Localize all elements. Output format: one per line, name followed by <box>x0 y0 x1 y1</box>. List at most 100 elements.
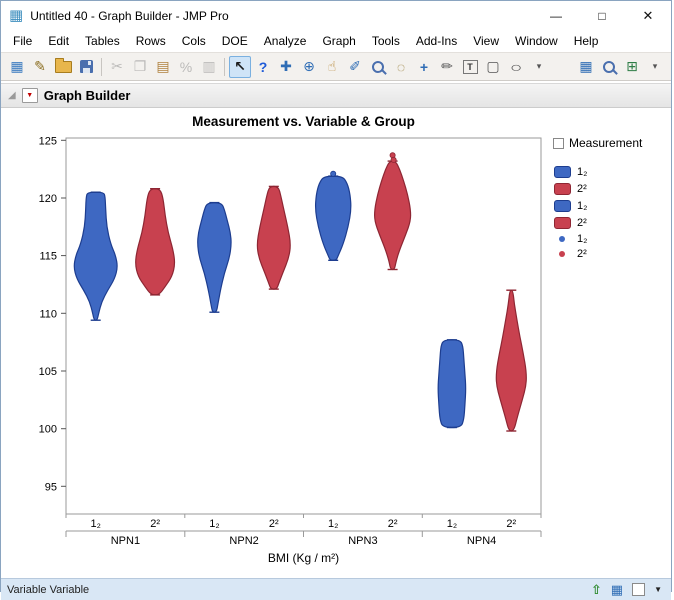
toolbar-save[interactable] <box>75 56 97 78</box>
open-icon <box>55 61 72 73</box>
plot-frame <box>66 138 541 514</box>
paste-icon: ▤ <box>156 58 169 75</box>
violin-npn1-1[interactable] <box>74 192 117 320</box>
title-bar: ▦ Untitled 40 - Graph Builder - JMP Pro … <box>1 1 671 30</box>
x-group-label[interactable]: NPN2 <box>229 535 258 547</box>
violin-npn3-1[interactable] <box>316 176 351 260</box>
x-sub-label[interactable]: 2² <box>506 518 516 530</box>
graph-builder-canvas: Measurement vs. Variable & Group 9510010… <box>1 108 671 578</box>
toolbar-brush-tool[interactable]: ✐ <box>344 56 366 78</box>
search-tables-icon <box>603 61 615 73</box>
y-tick-label[interactable]: 110 <box>39 308 57 320</box>
menu-item-cols[interactable]: Cols <box>174 32 214 50</box>
toolbar-polygon-tool[interactable]: ▢ <box>482 56 504 78</box>
violin-npn1-2[interactable] <box>136 189 175 295</box>
x-sub-label[interactable]: 2² <box>269 518 279 530</box>
outlier-point[interactable] <box>391 157 396 162</box>
minimize-button[interactable]: — <box>533 1 579 30</box>
menu-item-help[interactable]: Help <box>566 32 607 50</box>
toolbar-cut[interactable]: ✂ <box>106 56 128 78</box>
grabber-tool-icon: ☝ <box>328 58 337 75</box>
x-group-label[interactable]: NPN1 <box>111 535 140 547</box>
y-tick-label[interactable]: 115 <box>39 251 57 263</box>
toolbar-help-tool[interactable]: ? <box>252 56 274 78</box>
maximize-button[interactable]: □ <box>579 1 625 30</box>
toolbar-toolbar-options[interactable]: ▾ <box>644 56 666 78</box>
new-script-icon: ✎ <box>34 58 46 75</box>
violin-npn2-2[interactable] <box>257 186 290 289</box>
toolbar-scribble-tool[interactable]: ✏ <box>436 56 458 78</box>
toolbar-oval-tool[interactable]: ○ <box>505 56 527 78</box>
menu-item-doe[interactable]: DOE <box>214 32 256 50</box>
legend-swatch-blue <box>554 200 571 212</box>
toolbar-show-data-table[interactable]: ▦ <box>575 56 597 78</box>
status-checkbox[interactable] <box>632 583 645 596</box>
y-tick-label[interactable]: 120 <box>39 193 57 205</box>
x-sub-label[interactable]: 2² <box>388 518 398 530</box>
toolbar-recode[interactable]: % <box>175 56 197 78</box>
status-data-grid-icon[interactable]: ▦ <box>611 583 623 597</box>
legend-entry[interactable]: 1₂ <box>553 197 642 214</box>
legend-entry[interactable]: 1₂ <box>553 231 642 246</box>
toolbar-annotate-tool[interactable]: T <box>459 56 481 78</box>
y-tick-label[interactable]: 95 <box>45 481 57 493</box>
x-sub-label[interactable]: 1₂ <box>209 518 219 530</box>
toolbar-lasso-tool[interactable]: ◌ <box>390 56 412 78</box>
toolbar-open[interactable] <box>52 56 74 78</box>
legend-entry[interactable]: 2² <box>553 180 642 197</box>
outlier-point[interactable] <box>331 171 336 176</box>
status-bar: Variable Variable ⇧▦▼ <box>1 578 671 600</box>
violin-npn2-1[interactable] <box>198 203 231 313</box>
toolbar-arrow-tool[interactable]: ↖ <box>229 56 251 78</box>
red-triangle-menu-button[interactable]: ▼ <box>22 88 38 103</box>
x-sub-label[interactable]: 1₂ <box>91 518 101 530</box>
menu-item-graph[interactable]: Graph <box>314 32 363 50</box>
polygon-tool-icon: ▢ <box>486 58 499 75</box>
toolbar-clear[interactable]: ▥ <box>198 56 220 78</box>
toolbar-window-manager[interactable]: ⊞ <box>621 56 643 78</box>
legend-entry[interactable]: 2² <box>553 214 642 231</box>
disclosure-icon[interactable]: ◢ <box>8 90 16 101</box>
toolbar-paste[interactable]: ▤ <box>152 56 174 78</box>
menu-item-view[interactable]: View <box>465 32 507 50</box>
x-axis-title[interactable]: BMI (Kg / m²) <box>66 551 541 565</box>
status-dropdown-arrow-icon[interactable]: ▼ <box>654 583 662 597</box>
cut-icon: ✂ <box>111 58 123 75</box>
menu-item-tables[interactable]: Tables <box>77 32 128 50</box>
violin-npn3-2[interactable] <box>375 161 411 269</box>
toolbar-tools-overflow[interactable]: ▾ <box>528 56 550 78</box>
menu-item-file[interactable]: File <box>5 32 40 50</box>
close-button[interactable]: ✕ <box>625 1 671 30</box>
toolbar-new-data-table[interactable]: ▦ <box>6 56 28 78</box>
menu-item-analyze[interactable]: Analyze <box>256 32 315 50</box>
status-move-up-icon[interactable]: ⇧ <box>591 583 602 597</box>
menu-item-rows[interactable]: Rows <box>128 32 174 50</box>
y-tick-label[interactable]: 125 <box>39 135 57 147</box>
legend-entry[interactable]: 1₂ <box>553 163 642 180</box>
menu-item-edit[interactable]: Edit <box>40 32 77 50</box>
violin-npn4-2[interactable] <box>496 290 526 431</box>
menu-item-tools[interactable]: Tools <box>364 32 408 50</box>
y-tick-label[interactable]: 100 <box>39 424 57 436</box>
toolbar-web-tool[interactable]: ⊕ <box>298 56 320 78</box>
app-window: ▦ Untitled 40 - Graph Builder - JMP Pro … <box>0 0 672 592</box>
x-group-label[interactable]: NPN4 <box>467 535 496 547</box>
menu-item-window[interactable]: Window <box>507 32 566 50</box>
x-group-label[interactable]: NPN3 <box>348 535 377 547</box>
legend-swatch-red <box>554 217 571 229</box>
legend-entry[interactable]: 2² <box>553 246 642 261</box>
x-sub-label[interactable]: 1₂ <box>328 518 338 530</box>
toolbar-selection-tool[interactable]: ✚ <box>275 56 297 78</box>
toolbar-grabber-tool[interactable]: ☝ <box>321 56 343 78</box>
toolbar-magnifier-tool[interactable] <box>367 56 389 78</box>
x-sub-label[interactable]: 2² <box>150 518 160 530</box>
toolbar-crosshair-tool[interactable]: + <box>413 56 435 78</box>
x-sub-label[interactable]: 1₂ <box>447 518 457 530</box>
violin-npn4-1[interactable] <box>438 340 466 428</box>
y-tick-label[interactable]: 105 <box>39 366 57 378</box>
toolbar-new-script[interactable]: ✎ <box>29 56 51 78</box>
legend-properties-icon[interactable] <box>553 138 564 149</box>
menu-item-add-ins[interactable]: Add-Ins <box>408 32 465 50</box>
toolbar-search-tables[interactable] <box>598 56 620 78</box>
toolbar-copy[interactable]: ❐ <box>129 56 151 78</box>
